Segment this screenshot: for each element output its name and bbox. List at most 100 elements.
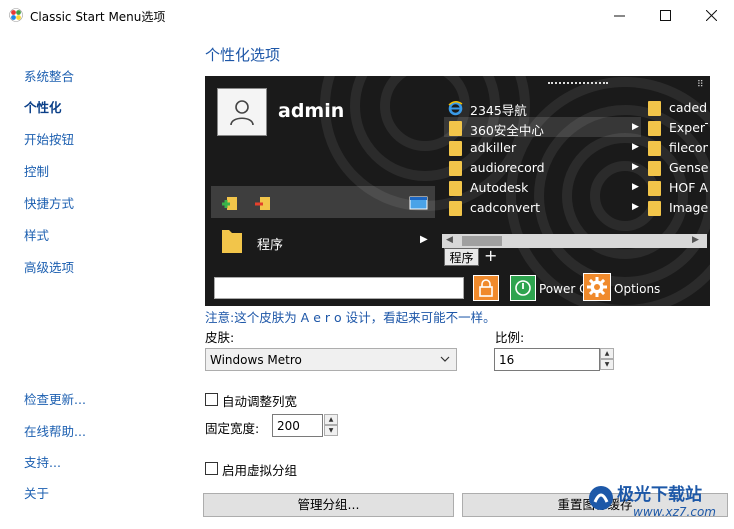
folder-icon: [449, 161, 462, 176]
section-title: 个性化选项: [205, 46, 281, 64]
folder-icon: [648, 181, 661, 196]
skin-select-value: Windows Metro: [210, 353, 302, 367]
lock-icon: [479, 279, 493, 297]
menu-item[interactable]: cadedi: [648, 98, 708, 118]
programs-menu-item[interactable]: 程序 ▶: [219, 222, 439, 258]
skin-preview: admin 程序 ▶ ⠿ 2345导航 360安全中心 ▶ adkiller ▶…: [205, 76, 710, 306]
scroll-right-icon[interactable]: ▶: [692, 235, 699, 245]
stepper-down-icon[interactable]: ▼: [600, 359, 614, 370]
window-list-icon[interactable]: [407, 194, 429, 212]
watermark-url: www.xz7.com: [633, 505, 716, 519]
folder-icon: [648, 161, 661, 176]
menu-item[interactable]: filecon: [648, 138, 708, 158]
skin-select[interactable]: Windows Metro: [205, 348, 457, 371]
tab-programs[interactable]: 程序: [444, 248, 479, 266]
programs-folder-icon: [222, 230, 242, 253]
power-button[interactable]: [510, 275, 536, 301]
submenu-arrow-icon: ▶: [632, 202, 639, 212]
menu-item[interactable]: Autodesk ▶: [449, 178, 639, 198]
resize-grip-icon[interactable]: ⠿: [697, 80, 704, 90]
options-button[interactable]: [583, 273, 611, 301]
maximize-button[interactable]: [642, 0, 688, 30]
folder-icon: [449, 201, 462, 216]
submenu-arrow-icon: ▶: [632, 122, 639, 132]
folder-icon: [449, 121, 462, 136]
scroll-thumb[interactable]: [462, 236, 502, 246]
power-icon: [515, 280, 531, 296]
maximize-icon: [659, 9, 671, 21]
fixed-width-label: 固定宽度:: [205, 421, 260, 436]
horizontal-scrollbar[interactable]: ◀ ▶: [442, 234, 707, 248]
ie-icon: [448, 101, 463, 116]
sidebar-item-personalization[interactable]: 个性化: [24, 97, 62, 116]
folder-icon: [449, 141, 462, 156]
close-button[interactable]: [688, 0, 734, 30]
sidebar-item-support[interactable]: 支持...: [24, 452, 61, 471]
folder-icon: [648, 141, 661, 156]
folder-icon: [449, 181, 462, 196]
add-tab-button[interactable]: +: [484, 246, 497, 265]
sidebar-item-controls[interactable]: 控制: [24, 161, 49, 180]
window-title: Classic Start Menu选项: [30, 10, 166, 24]
close-icon: [705, 9, 717, 21]
sidebar-item-style[interactable]: 样式: [24, 225, 49, 244]
auto-width-label: 自动调整列宽: [222, 394, 298, 409]
scale-input[interactable]: 16: [494, 348, 600, 371]
virtual-groups-checkbox[interactable]: [205, 462, 218, 475]
folder-icon: [648, 201, 661, 216]
user-icon: [230, 100, 254, 126]
menu-item[interactable]: audiorecord ▶: [449, 158, 639, 178]
lock-button[interactable]: [473, 275, 499, 301]
menu-item[interactable]: Gensee: [648, 158, 708, 178]
stepper-up-icon[interactable]: ▲: [324, 414, 338, 425]
watermark: 极光下载站 www.xz7.com: [585, 476, 730, 526]
auto-width-checkbox[interactable]: [205, 393, 218, 406]
scale-label: 比例:: [495, 330, 525, 345]
menu-item[interactable]: adkiller ▶: [449, 138, 639, 158]
minimize-button[interactable]: [596, 0, 642, 30]
title-bar: Classic Start Menu选项: [0, 0, 734, 30]
submenu-arrow-icon: ▶: [632, 182, 639, 192]
gear-icon: [587, 277, 607, 297]
sidebar-item-advanced[interactable]: 高级选项: [24, 257, 74, 276]
user-avatar[interactable]: [217, 88, 267, 136]
sidebar-item-check-updates[interactable]: 检查更新...: [24, 389, 86, 408]
add-shortcut-icon[interactable]: [221, 194, 239, 212]
fixed-width-input[interactable]: 200: [272, 414, 323, 437]
watermark-text: 极光下载站: [617, 485, 702, 505]
options-label: Options: [614, 282, 661, 296]
stepper-up-icon[interactable]: ▲: [600, 348, 614, 359]
menu-item[interactable]: 2345导航: [448, 98, 639, 118]
chevron-down-icon: [440, 356, 450, 362]
menu-item[interactable]: cadconvert ▶: [449, 198, 639, 218]
sidebar-item-about[interactable]: 关于: [24, 483, 49, 502]
virtual-groups-label: 启用虚拟分组: [222, 463, 298, 478]
fixed-width-stepper[interactable]: ▲ ▼: [324, 414, 338, 437]
menu-item[interactable]: 360安全中心 ▶: [449, 118, 639, 138]
scroll-left-icon[interactable]: ◀: [446, 235, 453, 245]
app-icon: [9, 8, 23, 22]
sidebar-item-start-button[interactable]: 开始按钮: [24, 129, 74, 148]
menu-item[interactable]: HOF A: [648, 178, 708, 198]
quick-actions-bar: [211, 186, 435, 218]
drag-dots: [548, 82, 608, 84]
folder-icon: [648, 121, 661, 136]
submenu-arrow-icon: ▶: [420, 234, 428, 245]
watermark-logo-icon: [589, 486, 613, 510]
programs-label: 程序: [257, 238, 284, 253]
aero-note: 注意:这个皮肤为 A e r o 设计，看起来可能不一样。: [205, 310, 496, 325]
user-name: admin: [278, 100, 345, 122]
stepper-down-icon[interactable]: ▼: [324, 425, 338, 436]
manage-groups-button[interactable]: 管理分组...: [203, 493, 454, 517]
search-input[interactable]: [214, 277, 464, 299]
remove-shortcut-icon[interactable]: [254, 194, 272, 212]
sidebar-item-shortcuts[interactable]: 快捷方式: [24, 193, 74, 212]
sidebar-item-system-integration[interactable]: 系统整合: [24, 66, 74, 85]
menu-item[interactable]: ExperT: [648, 118, 708, 138]
folder-icon: [648, 101, 661, 116]
scale-stepper[interactable]: ▲ ▼: [600, 348, 614, 371]
menu-item[interactable]: ImageC: [648, 198, 708, 218]
submenu-arrow-icon: ▶: [632, 142, 639, 152]
sidebar-item-online-help[interactable]: 在线帮助...: [24, 421, 86, 440]
minimize-icon: [613, 15, 625, 16]
